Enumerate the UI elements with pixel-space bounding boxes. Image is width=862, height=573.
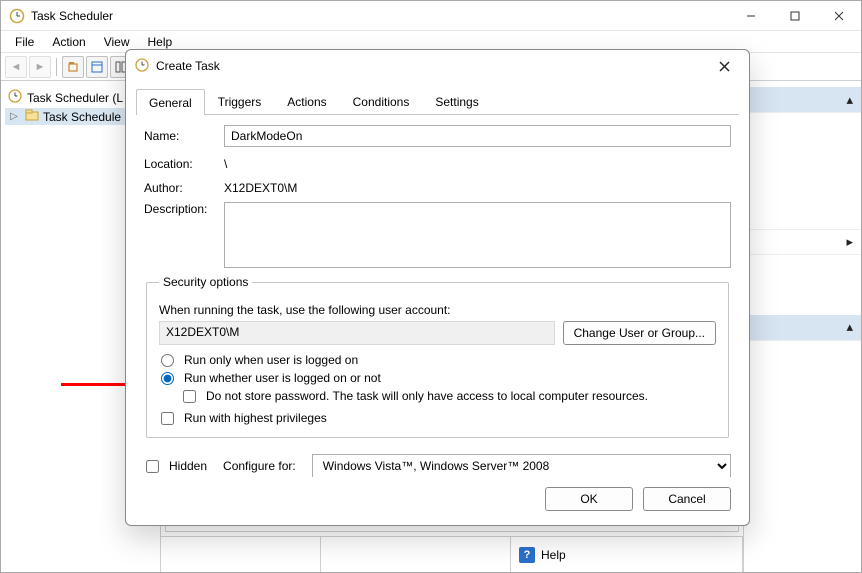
- change-user-button[interactable]: Change User or Group...: [563, 321, 716, 345]
- bottom-cell-help[interactable]: ? Help: [511, 537, 743, 572]
- nav-forward-button[interactable]: ►: [29, 56, 51, 78]
- location-label: Location:: [144, 157, 224, 171]
- chevron-right-icon: ▸: [846, 234, 853, 250]
- app-title: Task Scheduler: [31, 9, 729, 23]
- radio-whether[interactable]: [161, 372, 174, 385]
- tree-expand-icon[interactable]: ▷: [7, 111, 21, 122]
- author-value: X12DEXT0\M: [224, 181, 731, 195]
- menu-view[interactable]: View: [96, 33, 138, 51]
- no-store-pw-row[interactable]: Do not store password. The task will onl…: [181, 389, 716, 403]
- description-input[interactable]: [224, 202, 731, 268]
- app-icon: [9, 8, 25, 24]
- minimize-button[interactable]: [729, 1, 773, 30]
- ok-button[interactable]: OK: [545, 487, 633, 511]
- toolbar-button-2[interactable]: [86, 56, 108, 78]
- radio-logged-on[interactable]: [161, 354, 174, 367]
- hidden-label: Hidden: [169, 459, 207, 473]
- create-task-dialog: Create Task General Triggers Actions Con…: [125, 49, 750, 526]
- tab-triggers[interactable]: Triggers: [205, 88, 275, 114]
- highest-priv-row[interactable]: Run with highest privileges: [159, 411, 716, 425]
- close-button[interactable]: [817, 1, 861, 30]
- clock-icon: [7, 88, 23, 107]
- name-label: Name:: [144, 129, 224, 143]
- maximize-button[interactable]: [773, 1, 817, 30]
- bottom-split: ? Help: [161, 536, 743, 572]
- tab-actions[interactable]: Actions: [274, 88, 339, 114]
- bottom-cell-2: [321, 537, 511, 572]
- menu-file[interactable]: File: [7, 33, 42, 51]
- radio-logged-on-row[interactable]: Run only when user is logged on: [159, 353, 716, 367]
- configure-for-label: Configure for:: [223, 459, 296, 473]
- highest-priv-label: Run with highest privileges: [184, 411, 327, 425]
- cancel-button[interactable]: Cancel: [643, 487, 731, 511]
- user-account-field: X12DEXT0\M: [159, 321, 555, 345]
- actions-row-1[interactable]: ▴: [744, 87, 861, 113]
- dialog-buttons: OK Cancel: [126, 477, 749, 525]
- main-window: Task Scheduler File Action View Help ◄ ►…: [0, 0, 862, 573]
- hidden-row[interactable]: Hidden: [144, 459, 207, 473]
- menu-action[interactable]: Action: [44, 33, 93, 51]
- window-controls: [729, 1, 861, 30]
- security-legend: Security options: [159, 275, 252, 289]
- name-input[interactable]: [224, 125, 731, 147]
- radio-whether-row[interactable]: Run whether user is logged on or not: [159, 371, 716, 385]
- tabstrip: General Triggers Actions Conditions Sett…: [126, 82, 749, 114]
- toolbar-separator: [56, 58, 57, 76]
- when-running-label: When running the task, use the following…: [159, 303, 716, 317]
- actions-pane: ▴ ▸ ▴: [743, 81, 861, 572]
- radio-whether-label: Run whether user is logged on or not: [184, 371, 381, 385]
- chevron-up-icon-2: ▴: [846, 319, 853, 335]
- tab-conditions[interactable]: Conditions: [340, 88, 423, 114]
- security-options-group: Security options When running the task, …: [146, 275, 729, 438]
- toolbar-button-1[interactable]: [62, 56, 84, 78]
- tree-child-label: Task Schedule: [43, 110, 121, 124]
- dialog-title: Create Task: [156, 59, 707, 73]
- main-titlebar: Task Scheduler: [1, 1, 861, 31]
- chevron-up-icon: ▴: [846, 92, 853, 108]
- radio-logged-on-label: Run only when user is logged on: [184, 353, 358, 367]
- checkbox-hidden[interactable]: [146, 460, 159, 473]
- checkbox-highest-priv[interactable]: [161, 412, 174, 425]
- help-icon: ?: [519, 547, 535, 563]
- author-label: Author:: [144, 181, 224, 195]
- general-tab-panel: Name: Location: \ Author: X12DEXT0\M Des…: [126, 115, 749, 477]
- dialog-titlebar: Create Task: [126, 50, 749, 82]
- dialog-close-button[interactable]: [707, 54, 741, 78]
- no-store-pw-label: Do not store password. The task will onl…: [206, 389, 648, 403]
- tree-root-label: Task Scheduler (L: [27, 91, 123, 105]
- actions-row-3[interactable]: ▴: [744, 315, 861, 341]
- location-value: \: [224, 154, 731, 174]
- checkbox-no-store-pw[interactable]: [183, 390, 196, 403]
- menu-help[interactable]: Help: [140, 33, 181, 51]
- clock-icon: [134, 57, 150, 76]
- configure-for-select[interactable]: Windows Vista™, Windows Server™ 2008: [312, 454, 731, 477]
- folder-icon: [25, 109, 39, 124]
- description-label: Description:: [144, 202, 224, 216]
- bottom-cell-1: [161, 537, 321, 572]
- tab-settings[interactable]: Settings: [422, 88, 491, 114]
- tab-general[interactable]: General: [136, 89, 205, 115]
- actions-row-2[interactable]: ▸: [744, 229, 861, 255]
- bottom-help-label: Help: [541, 548, 566, 562]
- nav-back-button[interactable]: ◄: [5, 56, 27, 78]
